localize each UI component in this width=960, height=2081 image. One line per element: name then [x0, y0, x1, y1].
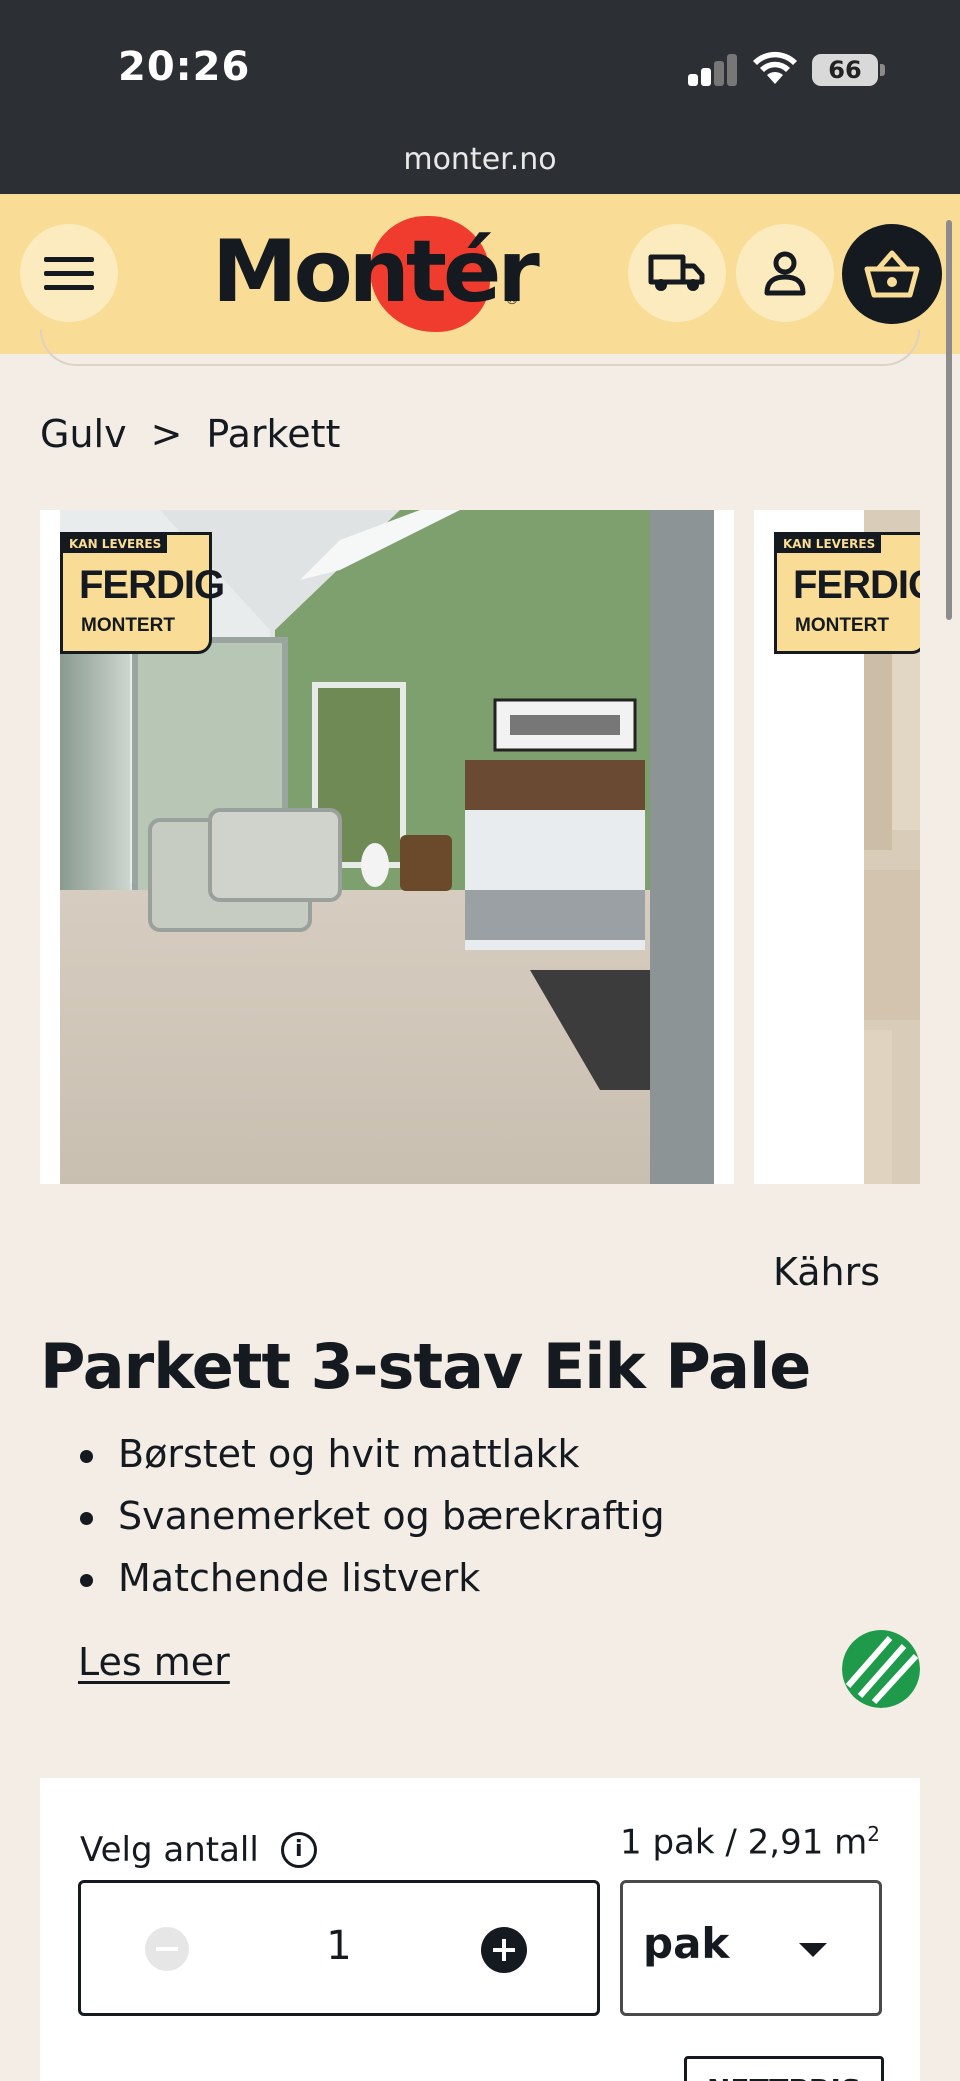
chevron-down-icon	[799, 1943, 827, 1957]
user-icon	[764, 251, 806, 296]
cellular-signal-icon	[688, 52, 738, 86]
logo-text: Montér	[212, 222, 540, 322]
battery-icon: 66	[812, 54, 878, 86]
product-image-2[interactable]: KAN LEVERES FERDIG MONTERT	[754, 510, 920, 1184]
badge-ferdig: FERDIG	[79, 563, 225, 607]
badge-montert-2: MONTERT	[795, 615, 889, 636]
feature-item: Børstet og hvit mattlakk	[80, 1432, 665, 1494]
cart-button[interactable]	[842, 224, 942, 324]
menu-button[interactable]	[20, 224, 118, 322]
battery-tip	[880, 64, 885, 76]
quantity-stepper: 1	[78, 1880, 600, 2016]
account-button[interactable]	[736, 224, 834, 322]
quantity-label-row: Velg antall i	[80, 1830, 317, 1870]
status-time: 20:26	[118, 44, 251, 90]
product-image-main[interactable]: KAN LEVERES FERDIG MONTERT	[40, 510, 734, 1184]
package-info: 1 pak / 2,91 m2	[620, 1822, 880, 1862]
product-title: Parkett 3-stav Eik Pale	[40, 1330, 811, 1403]
quantity-panel: Velg antall i 1 pak / 2,91 m2 1 pak NETT…	[40, 1778, 920, 2081]
ferdig-montert-badge-2: KAN LEVERES FERDIG MONTERT	[774, 532, 920, 654]
price-badge: NETTPRIS	[684, 2056, 884, 2081]
breadcrumb-item-gulv[interactable]: Gulv	[40, 412, 127, 456]
breadcrumb: Gulv > Parkett	[40, 412, 340, 456]
badge-kan-leveres-2: KAN LEVERES	[777, 535, 882, 553]
package-info-text: 1 pak / 2,91 m	[620, 1822, 868, 1863]
ferdig-montert-badge: KAN LEVERES FERDIG MONTERT	[60, 532, 225, 654]
logo-registered-mark: ®	[505, 292, 519, 308]
badge-montert: MONTERT	[81, 615, 175, 636]
package-info-exponent: 2	[867, 1822, 880, 1846]
read-more-link[interactable]: Les mer	[78, 1640, 230, 1684]
feature-item: Svanemerket og bærekraftig	[80, 1494, 665, 1556]
unit-select-value: pak	[643, 1919, 730, 1968]
product-brand[interactable]: Kährs	[773, 1250, 880, 1294]
increase-button[interactable]	[481, 1927, 527, 1973]
search-bar-edge[interactable]	[40, 330, 920, 366]
hamburger-icon	[44, 257, 94, 290]
swan-ecolabel-icon	[842, 1630, 920, 1708]
delivery-button[interactable]	[628, 224, 726, 322]
wifi-icon	[753, 51, 797, 84]
badge-kan-leveres: KAN LEVERES	[63, 535, 168, 553]
status-bar: 20:26 66 monter.no	[0, 0, 960, 194]
basket-icon	[864, 250, 920, 298]
page-scrollbar[interactable]	[946, 220, 952, 620]
breadcrumb-separator: >	[150, 412, 183, 456]
address-bar-url[interactable]: monter.no	[0, 142, 960, 177]
truck-icon	[648, 254, 705, 291]
breadcrumb-item-parkett[interactable]: Parkett	[206, 412, 340, 456]
info-icon[interactable]: i	[280, 1832, 317, 1868]
badge-ferdig-2: FERDIG	[793, 563, 920, 607]
quantity-label: Velg antall	[80, 1830, 259, 1870]
feature-item: Matchende listverk	[80, 1556, 665, 1618]
feature-list: Børstet og hvit mattlakk Svanemerket og …	[80, 1432, 665, 1618]
monter-logo[interactable]: Montér ®	[210, 206, 540, 336]
unit-select[interactable]: pak	[620, 1880, 882, 2016]
